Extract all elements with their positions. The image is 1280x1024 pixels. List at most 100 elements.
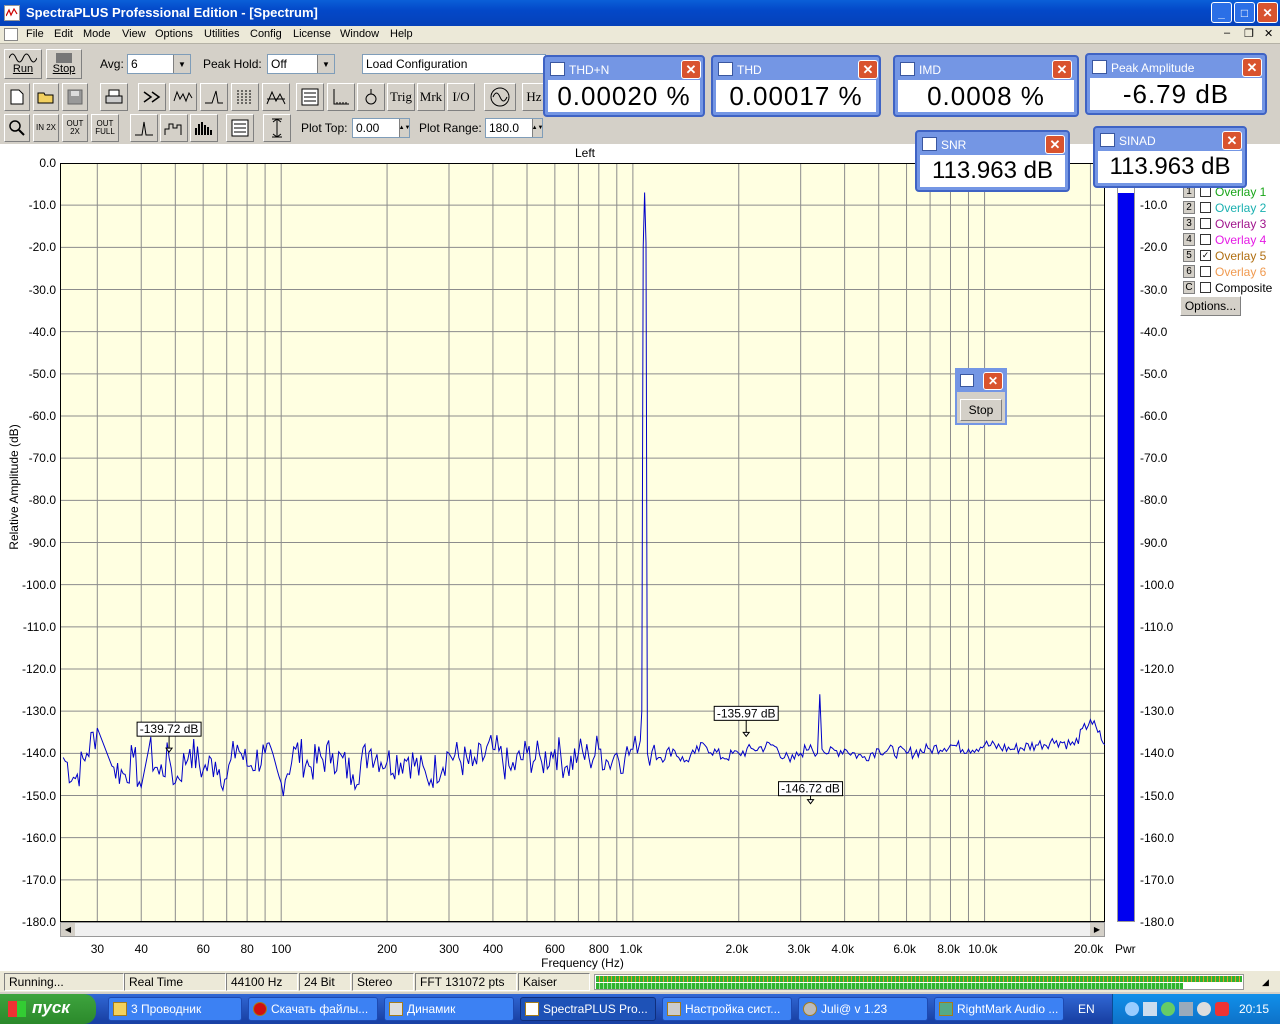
x-tick-label: 100 — [271, 942, 292, 956]
spectrogram-icon[interactable] — [231, 83, 259, 111]
overlay-number-button[interactable]: 4 — [1183, 233, 1195, 246]
menu-window[interactable]: Window — [340, 28, 379, 40]
menu-options[interactable]: Options — [155, 28, 193, 40]
properties-icon[interactable] — [226, 114, 254, 142]
peak-amplitude-meter[interactable]: Peak Amplitude ✕ -6.79 dB — [1085, 53, 1267, 115]
task-explorer[interactable]: 3 Проводник — [108, 997, 242, 1021]
menu-config[interactable]: Config — [250, 28, 282, 40]
menu-license[interactable]: License — [293, 28, 331, 40]
3d-surface-icon[interactable] — [262, 83, 290, 111]
plot-range-input[interactable]: 180.0 ▲▼ — [485, 118, 543, 138]
stop-button[interactable]: Stop — [46, 49, 82, 79]
menu-help[interactable]: Help — [390, 28, 413, 40]
settings-panel-icon[interactable] — [296, 83, 324, 111]
time-series-icon[interactable] — [169, 83, 197, 111]
step-shape-icon[interactable] — [160, 114, 188, 142]
plot-top-input[interactable]: 0.00 ▲▼ — [352, 118, 410, 138]
overlay-number-button[interactable]: 6 — [1183, 265, 1195, 278]
io-button[interactable]: I/O — [447, 83, 475, 111]
scroll-right-icon[interactable]: ▶ — [1090, 923, 1104, 936]
snr-meter[interactable]: SNR ✕ 113.963 dB — [915, 130, 1070, 192]
trigger-button[interactable]: Trig — [387, 83, 415, 111]
close-icon[interactable]: ✕ — [983, 372, 1003, 390]
tray-app-icon[interactable] — [1197, 1002, 1211, 1016]
task-julia[interactable]: Juli@ v 1.23 — [798, 997, 928, 1021]
overlay-checkbox[interactable] — [1200, 218, 1211, 229]
axis-icon[interactable] — [327, 83, 355, 111]
tray-monitor-icon[interactable] — [1143, 1002, 1157, 1016]
overlay-checkbox[interactable] — [1200, 234, 1211, 245]
close-icon[interactable]: ✕ — [1222, 131, 1242, 150]
menu-utilities[interactable]: Utilities — [204, 28, 239, 40]
zoom-in-2x-button[interactable]: IN 2X — [33, 114, 59, 142]
sinad-meter[interactable]: SINAD ✕ 113.963 dB — [1093, 126, 1247, 188]
task-speaker[interactable]: Динамик — [384, 997, 514, 1021]
generator-icon[interactable] — [357, 83, 385, 111]
oscillator-icon[interactable] — [484, 83, 516, 111]
peak-hold-select[interactable]: Off ▼ — [267, 54, 335, 74]
peak-shape-icon[interactable] — [130, 114, 158, 142]
horizontal-scrollbar[interactable]: ◀ ▶ — [60, 922, 1105, 937]
scroll-left-icon[interactable]: ◀ — [61, 923, 75, 936]
language-indicator[interactable]: EN — [1078, 1002, 1095, 1016]
document-icon[interactable] — [4, 28, 18, 41]
fast-forward-icon[interactable] — [138, 83, 166, 111]
mdi-restore-icon[interactable]: ❐ — [1244, 27, 1254, 40]
mdi-minimize-icon[interactable]: – — [1224, 27, 1230, 39]
size-grip-icon[interactable]: ◢ — [1262, 977, 1269, 988]
load-configuration-select[interactable]: Load Configuration — [362, 54, 546, 74]
open-folder-icon[interactable] — [33, 83, 59, 111]
tray-shield-icon[interactable] — [1215, 1002, 1229, 1016]
imd-meter[interactable]: IMD ✕ 0.0008 % — [893, 55, 1079, 117]
menu-file[interactable]: File — [26, 28, 44, 40]
start-button[interactable]: пуск — [0, 994, 96, 1024]
spinner-icon[interactable]: ▲▼ — [399, 119, 410, 137]
zoom-out-2x-button[interactable]: OUT 2X — [62, 114, 88, 142]
overlay-number-button[interactable]: C — [1183, 281, 1195, 294]
zoom-out-full-button[interactable]: OUT FULL — [91, 114, 119, 142]
vertical-scale-icon[interactable] — [263, 114, 291, 142]
spinner-icon[interactable]: ▲▼ — [532, 119, 543, 137]
menu-mode[interactable]: Mode — [83, 28, 111, 40]
close-icon[interactable]: ✕ — [681, 60, 701, 79]
new-file-icon[interactable] — [4, 83, 30, 111]
overlay-number-button[interactable]: 5 — [1183, 249, 1195, 262]
save-icon[interactable] — [62, 83, 88, 111]
overlay-number-button[interactable]: 2 — [1183, 201, 1195, 214]
menu-edit[interactable]: Edit — [54, 28, 73, 40]
task-rightmark[interactable]: RightMark Audio ... — [934, 997, 1064, 1021]
close-icon[interactable]: ✕ — [1045, 135, 1065, 154]
mdi-close-icon[interactable]: ✕ — [1264, 27, 1273, 40]
overlay-checkbox[interactable] — [1200, 282, 1211, 293]
task-opera[interactable]: Скачать файлы... — [248, 997, 378, 1021]
close-icon[interactable]: ✕ — [858, 60, 878, 79]
bar-shape-icon[interactable] — [190, 114, 218, 142]
options-button[interactable]: Options... — [1180, 296, 1241, 316]
avg-select[interactable]: 6 ▼ — [127, 54, 191, 74]
menu-view[interactable]: View — [122, 28, 146, 40]
plot-area[interactable]: -139.72 dB -135.97 dB -146.72 dB — [60, 163, 1105, 922]
tray-update-icon[interactable] — [1161, 1002, 1175, 1016]
tray-network-icon[interactable] — [1125, 1002, 1139, 1016]
spectrum-icon[interactable] — [200, 83, 228, 111]
stop-dialog-button[interactable]: Stop — [960, 399, 1002, 421]
print-icon[interactable] — [100, 83, 128, 111]
run-button[interactable]: Run — [4, 49, 42, 79]
task-settings[interactable]: Настройка сист... — [662, 997, 792, 1021]
tray-volume-icon[interactable] — [1179, 1002, 1193, 1016]
close-icon[interactable]: ✕ — [1242, 58, 1262, 77]
task-spectraplus[interactable]: SpectraPLUS Pro... — [520, 997, 656, 1021]
minimize-button[interactable]: _ — [1211, 2, 1232, 23]
close-icon[interactable]: ✕ — [1052, 60, 1072, 79]
thd-meter[interactable]: THD ✕ 0.00017 % — [711, 55, 881, 117]
marker-button[interactable]: Mrk — [417, 83, 445, 111]
overlay-checkbox[interactable] — [1200, 266, 1211, 277]
app-icon[interactable] — [4, 5, 20, 21]
overlay-number-button[interactable]: 3 — [1183, 217, 1195, 230]
thdn-meter[interactable]: THD+N ✕ 0.00020 % — [543, 55, 705, 117]
close-button[interactable]: ✕ — [1257, 2, 1278, 23]
magnify-icon[interactable] — [4, 114, 30, 142]
maximize-button[interactable]: □ — [1234, 2, 1255, 23]
overlay-checkbox[interactable]: ✓ — [1200, 250, 1211, 261]
overlay-checkbox[interactable] — [1200, 202, 1211, 213]
